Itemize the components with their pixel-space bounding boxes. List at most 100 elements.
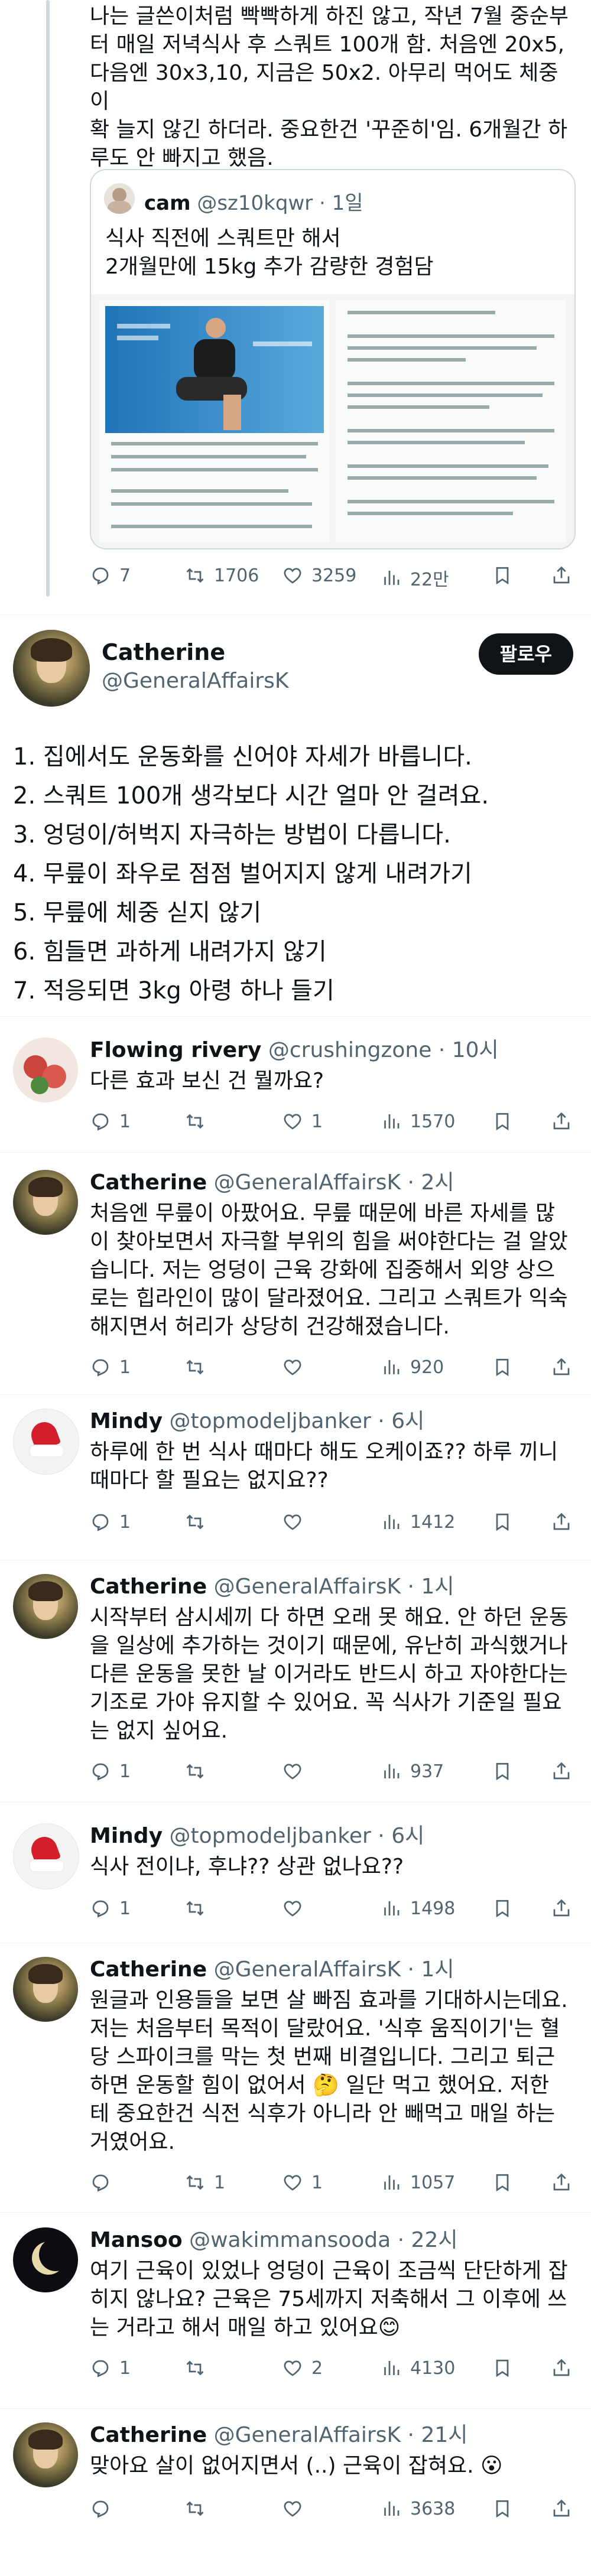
share-button[interactable] bbox=[551, 1111, 572, 1132]
retweet-button[interactable]: 1706 bbox=[184, 565, 259, 586]
reply-handle[interactable]: @topmodeljbanker bbox=[169, 1409, 371, 1433]
views-button[interactable]: 22만 bbox=[381, 565, 449, 591]
bookmark-button[interactable] bbox=[492, 2357, 513, 2379]
reply-handle[interactable]: @GeneralAffairsK bbox=[214, 1170, 401, 1195]
reply-handle[interactable]: @GeneralAffairsK bbox=[214, 1575, 401, 1599]
reply-handle[interactable]: @crushingzone bbox=[268, 1038, 432, 1062]
reply-author[interactable]: Catherine bbox=[90, 1957, 207, 1982]
reply-author[interactable]: Catherine bbox=[90, 2423, 207, 2447]
views-button[interactable]: 4130 bbox=[381, 2357, 455, 2379]
share-button[interactable] bbox=[551, 1898, 572, 1919]
reply-time[interactable]: 2시 bbox=[421, 1170, 454, 1195]
retweet-button[interactable] bbox=[184, 1111, 214, 1132]
retweet-button[interactable] bbox=[184, 1898, 214, 1919]
avatar[interactable] bbox=[13, 630, 90, 707]
like-button[interactable] bbox=[282, 1761, 311, 1782]
reply-handle[interactable]: @GeneralAffairsK bbox=[214, 2423, 401, 2447]
reply-author[interactable]: Mansoo bbox=[90, 2228, 183, 2252]
like-button[interactable]: 1 bbox=[282, 1111, 323, 1132]
retweet-button[interactable]: 1 bbox=[184, 2172, 225, 2193]
reply-button[interactable]: 7 bbox=[90, 565, 131, 586]
views-button[interactable]: 1057 bbox=[381, 2172, 455, 2193]
reply-author[interactable]: Flowing rivery bbox=[90, 1038, 261, 1062]
views-button[interactable]: 937 bbox=[381, 1761, 444, 1782]
retweet-button[interactable] bbox=[184, 2357, 214, 2379]
avatar[interactable] bbox=[13, 1170, 78, 1235]
views-button[interactable]: 1412 bbox=[381, 1511, 455, 1533]
like-button[interactable] bbox=[282, 1511, 311, 1533]
reply-button[interactable]: 1 bbox=[90, 2357, 131, 2379]
share-button[interactable] bbox=[551, 2498, 572, 2519]
reply-time[interactable]: 6시 bbox=[391, 1824, 424, 1848]
share-button[interactable] bbox=[551, 1357, 572, 1378]
like-button[interactable] bbox=[282, 2498, 311, 2519]
reply-author[interactable]: Catherine bbox=[90, 1575, 207, 1599]
author-handle[interactable]: @GeneralAffairsK bbox=[102, 669, 289, 693]
reply-author[interactable]: Mindy bbox=[90, 1824, 163, 1848]
like-button[interactable]: 2 bbox=[282, 2357, 323, 2379]
reply-item[interactable]: Mansoo @wakimmansooda · 22시 여기 근육이 있었나 엉… bbox=[0, 2227, 591, 2393]
share-button[interactable] bbox=[551, 1511, 572, 1533]
bookmark-button[interactable] bbox=[492, 2172, 513, 2193]
reply-time[interactable]: 21시 bbox=[421, 2423, 467, 2447]
retweet-button[interactable] bbox=[184, 1761, 214, 1782]
reply-author[interactable]: Mindy bbox=[90, 1409, 163, 1433]
reply-handle[interactable]: @GeneralAffairsK bbox=[214, 1957, 401, 1982]
follow-button[interactable]: 팔로우 bbox=[478, 633, 573, 675]
retweet-button[interactable] bbox=[184, 1511, 214, 1533]
avatar[interactable] bbox=[13, 2422, 78, 2487]
share-button[interactable] bbox=[551, 2357, 572, 2379]
avatar[interactable] bbox=[13, 1409, 79, 1475]
bookmark-button[interactable] bbox=[492, 1761, 513, 1782]
reply-item[interactable]: Catherine @GeneralAffairsK · 1시 시작부터 삼시세… bbox=[0, 1574, 591, 1798]
views-button[interactable]: 3638 bbox=[381, 2498, 455, 2519]
reply-item[interactable]: Mindy @topmodeljbanker · 6시 하루에 한 번 식사 때… bbox=[0, 1409, 591, 1550]
avatar[interactable] bbox=[13, 1037, 78, 1102]
author-name[interactable]: Catherine bbox=[102, 639, 225, 665]
bookmark-button[interactable] bbox=[492, 1357, 513, 1378]
share-button[interactable] bbox=[551, 1761, 572, 1782]
avatar[interactable] bbox=[13, 2227, 78, 2292]
quote-media[interactable] bbox=[91, 294, 574, 548]
avatar[interactable] bbox=[13, 1957, 78, 2022]
bookmark-button[interactable] bbox=[492, 2498, 513, 2519]
bookmark-button[interactable] bbox=[492, 1111, 513, 1132]
reply-time[interactable]: 22시 bbox=[411, 2228, 458, 2252]
views-button[interactable]: 1498 bbox=[381, 1898, 455, 1919]
reply-handle[interactable]: @topmodeljbanker bbox=[169, 1824, 371, 1848]
reply-button[interactable]: 1 bbox=[90, 1357, 131, 1378]
reply-item[interactable]: Mindy @topmodeljbanker · 6시 식사 전이냐, 후냐??… bbox=[0, 1823, 591, 1936]
like-button[interactable]: 3259 bbox=[282, 565, 356, 586]
reply-button[interactable]: 1 bbox=[90, 1898, 131, 1919]
views-button[interactable]: 1570 bbox=[381, 1111, 455, 1132]
avatar[interactable] bbox=[13, 1574, 78, 1639]
reply-item[interactable]: Catherine @GeneralAffairsK · 21시 맞아요 살이 … bbox=[0, 2422, 591, 2576]
like-button[interactable] bbox=[282, 1898, 311, 1919]
bookmark-button[interactable] bbox=[492, 565, 513, 586]
reply-time[interactable]: 1시 bbox=[421, 1575, 454, 1599]
views-button[interactable]: 920 bbox=[381, 1357, 444, 1378]
like-button[interactable]: 1 bbox=[282, 2172, 323, 2193]
reply-time[interactable]: 1시 bbox=[421, 1957, 454, 1982]
reply-time[interactable]: 6시 bbox=[391, 1409, 424, 1433]
reply-author[interactable]: Catherine bbox=[90, 1170, 207, 1195]
share-button[interactable] bbox=[551, 565, 572, 586]
reply-handle[interactable]: @wakimmansooda bbox=[189, 2228, 391, 2252]
reply-button[interactable]: 1 bbox=[90, 1761, 131, 1782]
retweet-button[interactable] bbox=[184, 2498, 214, 2519]
reply-button[interactable]: 1 bbox=[90, 1111, 131, 1132]
avatar[interactable] bbox=[13, 1823, 79, 1889]
reply-time[interactable]: 10시 bbox=[452, 1038, 499, 1062]
share-button[interactable] bbox=[551, 2172, 572, 2193]
bookmark-button[interactable] bbox=[492, 1898, 513, 1919]
bookmark-button[interactable] bbox=[492, 1511, 513, 1533]
reply-item[interactable]: Catherine @GeneralAffairsK · 2시 처음엔 무릎이 … bbox=[0, 1170, 591, 1394]
reply-button[interactable]: 1 bbox=[90, 1511, 131, 1533]
like-button[interactable] bbox=[282, 1357, 311, 1378]
reply-button[interactable] bbox=[90, 2172, 119, 2193]
reply-item[interactable]: Catherine @GeneralAffairsK · 1시 원글과 인용들을… bbox=[0, 1957, 591, 2209]
reply-item[interactable]: Flowing rivery @crushingzone · 10시 다른 효과… bbox=[0, 1037, 591, 1150]
reply-button[interactable] bbox=[90, 2498, 119, 2519]
quote-card[interactable]: cam @sz10kqwr · 1일 식사 직전에 스쿼트만 해서 2개월만에 … bbox=[90, 169, 576, 549]
retweet-button[interactable] bbox=[184, 1357, 214, 1378]
